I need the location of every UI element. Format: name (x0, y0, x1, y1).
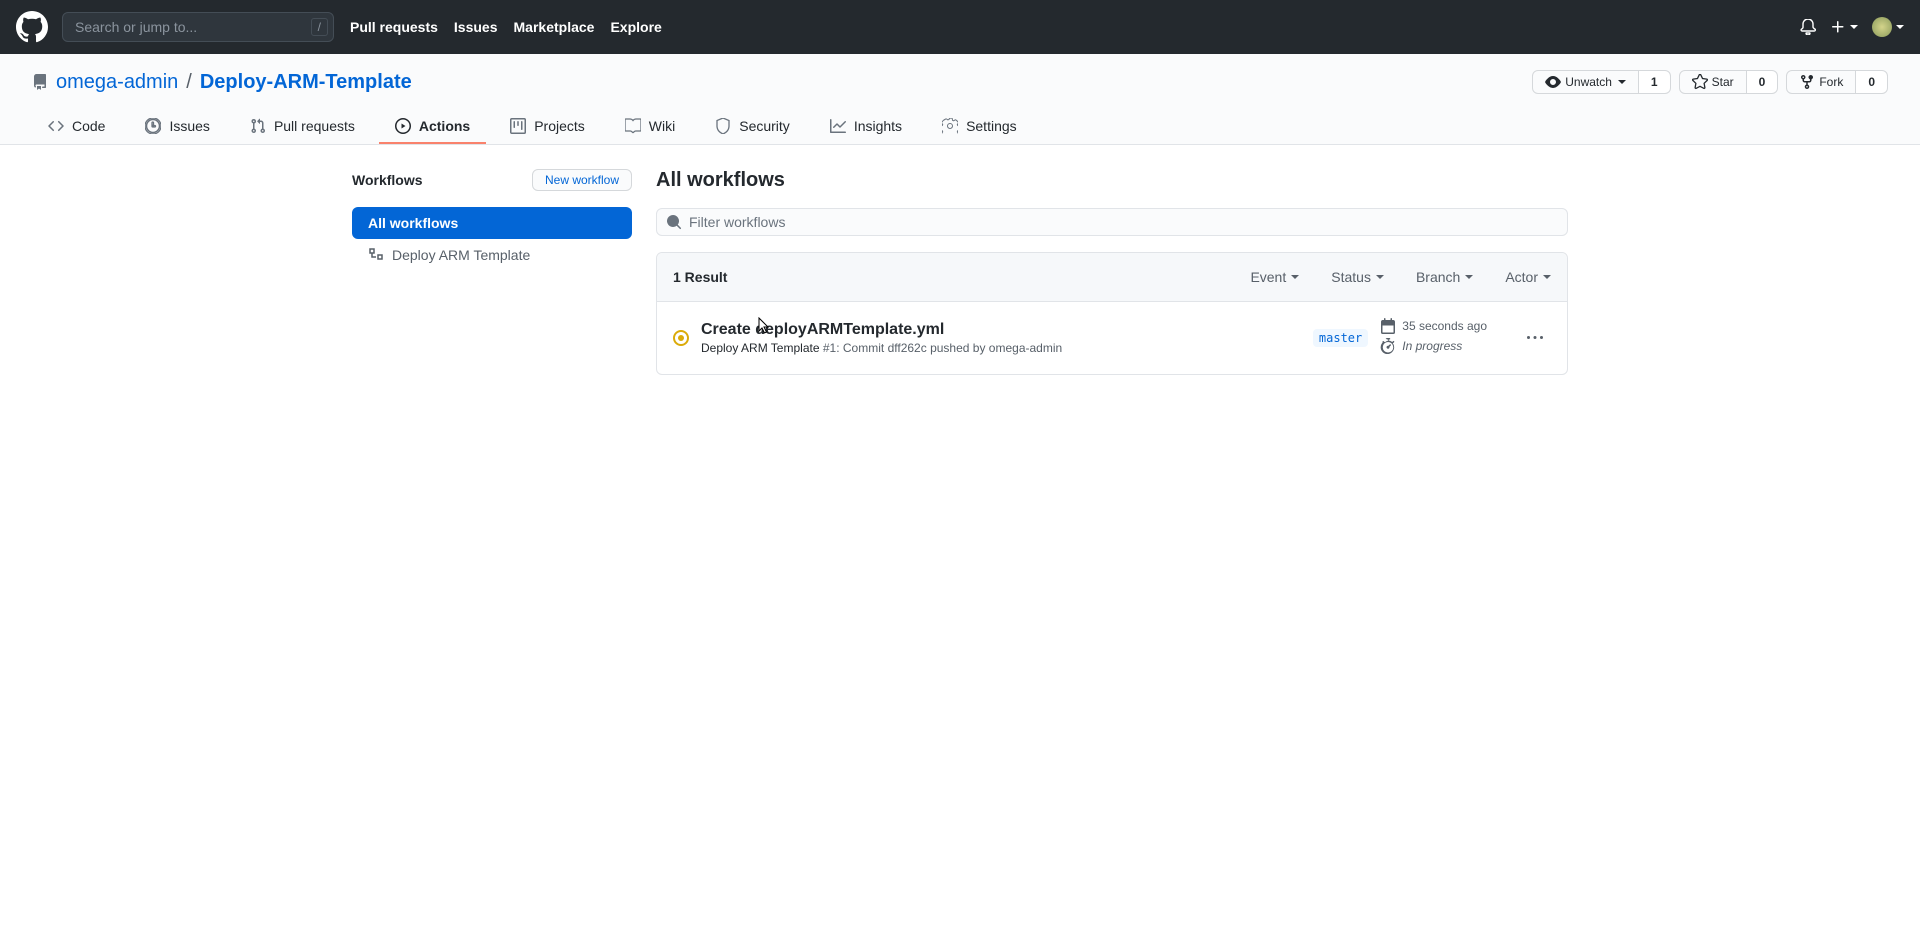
sidebar-all-workflows[interactable]: All workflows (352, 207, 632, 239)
sidebar-item-label: Deploy ARM Template (392, 247, 530, 263)
main-content: All workflows 1 Result Event Status Bran… (656, 169, 1568, 375)
repo-owner-link[interactable]: omega-admin (56, 71, 178, 94)
gear-icon (942, 118, 958, 134)
workflow-icon (368, 247, 384, 263)
code-icon (48, 118, 64, 134)
repo-sep: / (186, 71, 192, 94)
kebab-icon (1527, 330, 1543, 346)
shield-icon (715, 118, 731, 134)
filter-event[interactable]: Event (1250, 269, 1299, 285)
pull-icon (250, 118, 266, 134)
tab-code[interactable]: Code (32, 110, 121, 144)
tab-settings[interactable]: Settings (926, 110, 1033, 144)
create-menu[interactable] (1830, 19, 1858, 35)
project-icon (510, 118, 526, 134)
eye-icon (1545, 74, 1561, 90)
tab-pulls[interactable]: Pull requests (234, 110, 371, 144)
caret-down-icon (1896, 25, 1904, 29)
search-icon (666, 214, 682, 230)
repo-icon (32, 74, 48, 90)
sidebar-title: Workflows (352, 172, 423, 188)
repo-nav: Code Issues Pull requests Actions Projec… (32, 110, 1888, 144)
star-icon (1692, 74, 1708, 90)
stopwatch-icon (1380, 338, 1396, 354)
fork-button[interactable]: Fork (1786, 70, 1856, 94)
main-container: Workflows New workflow All workflows Dep… (320, 145, 1600, 399)
filter-status[interactable]: Status (1331, 269, 1384, 285)
page-title: All workflows (656, 169, 1568, 192)
sidebar: Workflows New workflow All workflows Dep… (352, 169, 632, 375)
global-nav: Pull requests Issues Marketplace Explore (350, 19, 662, 35)
search-wrapper: / (62, 12, 334, 42)
avatar (1872, 17, 1892, 37)
new-workflow-button[interactable]: New workflow (532, 169, 632, 191)
tab-insights[interactable]: Insights (814, 110, 918, 144)
sidebar-item-workflow[interactable]: Deploy ARM Template (352, 239, 632, 271)
book-icon (625, 118, 641, 134)
result-count: 1 Result (673, 269, 727, 285)
nav-explore[interactable]: Explore (610, 19, 661, 35)
graph-icon (830, 118, 846, 134)
search-input[interactable] (62, 12, 334, 42)
star-count[interactable]: 0 (1747, 70, 1779, 94)
filter-actor[interactable]: Actor (1505, 269, 1551, 285)
tab-issues[interactable]: Issues (129, 110, 225, 144)
status-in-progress-icon (673, 330, 689, 346)
user-menu[interactable] (1872, 17, 1904, 37)
run-description: Deploy ARM Template #1: Commit dff262c p… (701, 341, 1201, 355)
issue-icon (145, 118, 161, 134)
caret-down-icon (1618, 80, 1626, 84)
search-slash-hint: / (311, 18, 328, 36)
run-time: 35 seconds ago In progress (1380, 318, 1487, 358)
repo-title: omega-admin / Deploy-ARM-Template (32, 71, 412, 94)
caret-down-icon (1850, 25, 1858, 29)
global-header: / Pull requests Issues Marketplace Explo… (0, 0, 1920, 54)
run-menu-button[interactable] (1519, 322, 1551, 354)
runs-header: 1 Result Event Status Branch Actor (657, 253, 1567, 302)
notifications-icon[interactable] (1800, 19, 1816, 35)
run-row[interactable]: Create deployARMTemplate.yml Deploy ARM … (657, 302, 1567, 374)
tab-actions[interactable]: Actions (379, 110, 486, 144)
repo-name-link[interactable]: Deploy-ARM-Template (200, 71, 412, 94)
runs-box: 1 Result Event Status Branch Actor Creat… (656, 252, 1568, 375)
repo-actions: Unwatch 1 Star 0 Fork 0 (1532, 70, 1888, 94)
repo-head: omega-admin / Deploy-ARM-Template Unwatc… (0, 54, 1920, 145)
fork-icon (1799, 74, 1815, 90)
nav-issues[interactable]: Issues (454, 19, 498, 35)
fork-count[interactable]: 0 (1856, 70, 1888, 94)
watch-count[interactable]: 1 (1639, 70, 1671, 94)
tab-security[interactable]: Security (699, 110, 806, 144)
filter-input[interactable] (656, 208, 1568, 236)
run-title[interactable]: Create deployARMTemplate.yml (701, 321, 1201, 339)
header-right (1800, 17, 1904, 37)
filter-box (656, 208, 1568, 236)
play-icon (395, 118, 411, 134)
filter-branch[interactable]: Branch (1416, 269, 1473, 285)
calendar-icon (1380, 318, 1396, 334)
branch-label[interactable]: master (1313, 329, 1368, 347)
unwatch-button[interactable]: Unwatch (1532, 70, 1639, 94)
star-button[interactable]: Star (1679, 70, 1747, 94)
nav-pulls[interactable]: Pull requests (350, 19, 438, 35)
nav-marketplace[interactable]: Marketplace (514, 19, 595, 35)
tab-wiki[interactable]: Wiki (609, 110, 691, 144)
tab-projects[interactable]: Projects (494, 110, 601, 144)
github-logo[interactable] (16, 11, 48, 43)
